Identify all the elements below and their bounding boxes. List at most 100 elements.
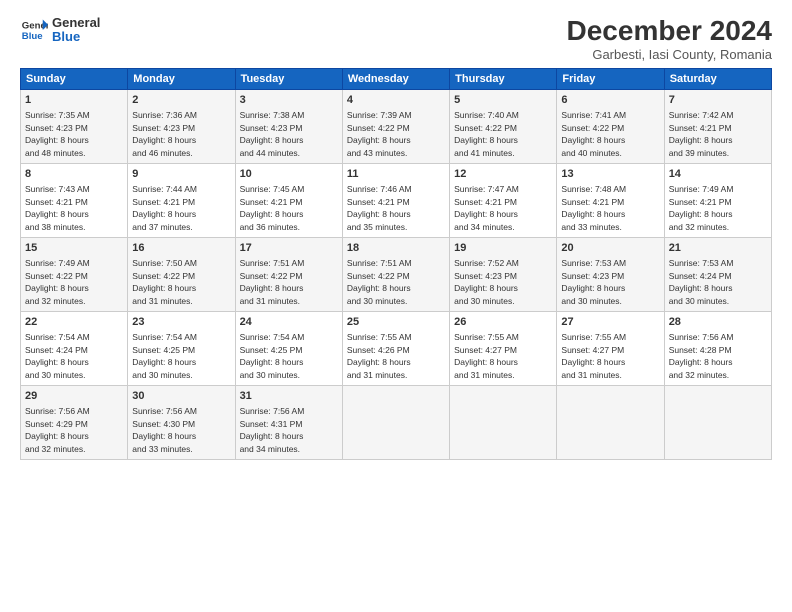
table-row: 4Sunrise: 7:39 AMSunset: 4:22 PMDaylight… — [342, 89, 449, 163]
day-number: 17 — [240, 241, 338, 256]
calendar-week-row: 1 Sunrise: 7:35 AMSunset: 4:23 PMDaylight… — [21, 89, 772, 163]
day-number: 27 — [561, 315, 659, 330]
title-block: December 2024 Garbesti, Iasi County, Rom… — [567, 16, 772, 62]
table-row: 12 Sunrise: 7:47 AMSunset: 4:21 PMDayligh… — [450, 163, 557, 237]
table-row: 8Sunrise: 7:43 AMSunset: 4:21 PMDaylight… — [21, 163, 128, 237]
calendar-week-row: 22 Sunrise: 7:54 AMSunset: 4:24 PMDayligh… — [21, 311, 772, 385]
day-info: Sunrise: 7:35 AMSunset: 4:23 PMDaylight:… — [25, 110, 90, 158]
col-wednesday: Wednesday — [342, 68, 449, 89]
table-row: 27 Sunrise: 7:55 AMSunset: 4:27 PMDayligh… — [557, 311, 664, 385]
table-row: 20 Sunrise: 7:53 AMSunset: 4:23 PMDayligh… — [557, 237, 664, 311]
page: General Blue General Blue December 2024 … — [0, 0, 792, 612]
day-info: Sunrise: 7:56 AMSunset: 4:30 PMDaylight:… — [132, 406, 197, 454]
day-info: Sunrise: 7:46 AMSunset: 4:21 PMDaylight:… — [347, 184, 412, 232]
day-info: Sunrise: 7:56 AMSunset: 4:29 PMDaylight:… — [25, 406, 90, 454]
table-row: 19 Sunrise: 7:52 AMSunset: 4:23 PMDayligh… — [450, 237, 557, 311]
table-row: 9 Sunrise: 7:44 AMSunset: 4:21 PMDaylight… — [128, 163, 235, 237]
day-number: 1 — [25, 93, 123, 108]
day-number: 25 — [347, 315, 445, 330]
day-info: Sunrise: 7:49 AMSunset: 4:22 PMDaylight:… — [25, 258, 90, 306]
calendar-week-row: 29 Sunrise: 7:56 AMSunset: 4:29 PMDayligh… — [21, 385, 772, 459]
day-info: Sunrise: 7:54 AMSunset: 4:25 PMDaylight:… — [240, 332, 305, 380]
table-row: 6 Sunrise: 7:41 AMSunset: 4:22 PMDaylight… — [557, 89, 664, 163]
day-info: Sunrise: 7:44 AMSunset: 4:21 PMDaylight:… — [132, 184, 197, 232]
col-tuesday: Tuesday — [235, 68, 342, 89]
day-info: Sunrise: 7:47 AMSunset: 4:21 PMDaylight:… — [454, 184, 519, 232]
day-info: Sunrise: 7:56 AMSunset: 4:28 PMDaylight:… — [669, 332, 734, 380]
day-info: Sunrise: 7:54 AMSunset: 4:24 PMDaylight:… — [25, 332, 90, 380]
table-row: 30Sunrise: 7:56 AMSunset: 4:30 PMDayligh… — [128, 385, 235, 459]
calendar-table: Sunday Monday Tuesday Wednesday Thursday… — [20, 68, 772, 460]
day-number: 21 — [669, 241, 767, 256]
day-number: 2 — [132, 93, 230, 108]
table-row: 2 Sunrise: 7:36 AMSunset: 4:23 PMDaylight… — [128, 89, 235, 163]
day-number: 18 — [347, 241, 445, 256]
day-number: 5 — [454, 93, 552, 108]
table-row: 21 Sunrise: 7:53 AMSunset: 4:24 PMDayligh… — [664, 237, 771, 311]
day-info: Sunrise: 7:36 AMSunset: 4:23 PMDaylight:… — [132, 110, 197, 158]
day-info: Sunrise: 7:55 AMSunset: 4:27 PMDaylight:… — [454, 332, 519, 380]
day-number: 23 — [132, 315, 230, 330]
day-number: 15 — [25, 241, 123, 256]
col-sunday: Sunday — [21, 68, 128, 89]
table-row: 26 Sunrise: 7:55 AMSunset: 4:27 PMDayligh… — [450, 311, 557, 385]
table-row: 28 Sunrise: 7:56 AMSunset: 4:28 PMDayligh… — [664, 311, 771, 385]
day-number: 28 — [669, 315, 767, 330]
day-info: Sunrise: 7:51 AMSunset: 4:22 PMDaylight:… — [347, 258, 412, 306]
table-row — [664, 385, 771, 459]
day-info: Sunrise: 7:49 AMSunset: 4:21 PMDaylight:… — [669, 184, 734, 232]
day-number: 13 — [561, 167, 659, 182]
calendar-week-row: 8Sunrise: 7:43 AMSunset: 4:21 PMDaylight… — [21, 163, 772, 237]
day-info: Sunrise: 7:48 AMSunset: 4:21 PMDaylight:… — [561, 184, 626, 232]
day-number: 16 — [132, 241, 230, 256]
day-info: Sunrise: 7:53 AMSunset: 4:23 PMDaylight:… — [561, 258, 626, 306]
day-info: Sunrise: 7:45 AMSunset: 4:21 PMDaylight:… — [240, 184, 305, 232]
day-number: 19 — [454, 241, 552, 256]
day-info: Sunrise: 7:54 AMSunset: 4:25 PMDaylight:… — [132, 332, 197, 380]
col-thursday: Thursday — [450, 68, 557, 89]
subtitle: Garbesti, Iasi County, Romania — [567, 47, 772, 62]
col-saturday: Saturday — [664, 68, 771, 89]
day-info: Sunrise: 7:52 AMSunset: 4:23 PMDaylight:… — [454, 258, 519, 306]
table-row: 5 Sunrise: 7:40 AMSunset: 4:22 PMDaylight… — [450, 89, 557, 163]
table-row: 18 Sunrise: 7:51 AMSunset: 4:22 PMDayligh… — [342, 237, 449, 311]
day-number: 26 — [454, 315, 552, 330]
table-row: 31Sunrise: 7:56 AMSunset: 4:31 PMDayligh… — [235, 385, 342, 459]
svg-text:Blue: Blue — [22, 31, 43, 42]
day-info: Sunrise: 7:38 AMSunset: 4:23 PMDaylight:… — [240, 110, 305, 158]
calendar-header-row: Sunday Monday Tuesday Wednesday Thursday… — [21, 68, 772, 89]
table-row — [342, 385, 449, 459]
logo: General Blue General Blue — [20, 16, 100, 45]
day-number: 4 — [347, 93, 445, 108]
day-info: Sunrise: 7:40 AMSunset: 4:22 PMDaylight:… — [454, 110, 519, 158]
day-number: 10 — [240, 167, 338, 182]
table-row: 29 Sunrise: 7:56 AMSunset: 4:29 PMDayligh… — [21, 385, 128, 459]
calendar-week-row: 15 Sunrise: 7:49 AMSunset: 4:22 PMDayligh… — [21, 237, 772, 311]
table-row: 7Sunrise: 7:42 AMSunset: 4:21 PMDaylight… — [664, 89, 771, 163]
day-number: 22 — [25, 315, 123, 330]
day-number: 8 — [25, 167, 123, 182]
table-row: 16 Sunrise: 7:50 AMSunset: 4:22 PMDayligh… — [128, 237, 235, 311]
day-number: 31 — [240, 389, 338, 404]
logo-general: General — [52, 16, 100, 30]
table-row: 22 Sunrise: 7:54 AMSunset: 4:24 PMDayligh… — [21, 311, 128, 385]
header: General Blue General Blue December 2024 … — [20, 16, 772, 62]
day-number: 29 — [25, 389, 123, 404]
day-number: 12 — [454, 167, 552, 182]
day-number: 3 — [240, 93, 338, 108]
day-number: 14 — [669, 167, 767, 182]
day-number: 9 — [132, 167, 230, 182]
day-number: 20 — [561, 241, 659, 256]
table-row: 13 Sunrise: 7:48 AMSunset: 4:21 PMDayligh… — [557, 163, 664, 237]
day-info: Sunrise: 7:55 AMSunset: 4:27 PMDaylight:… — [561, 332, 626, 380]
day-info: Sunrise: 7:51 AMSunset: 4:22 PMDaylight:… — [240, 258, 305, 306]
day-info: Sunrise: 7:53 AMSunset: 4:24 PMDaylight:… — [669, 258, 734, 306]
day-number: 6 — [561, 93, 659, 108]
table-row: 3 Sunrise: 7:38 AMSunset: 4:23 PMDaylight… — [235, 89, 342, 163]
day-info: Sunrise: 7:41 AMSunset: 4:22 PMDaylight:… — [561, 110, 626, 158]
day-info: Sunrise: 7:50 AMSunset: 4:22 PMDaylight:… — [132, 258, 197, 306]
main-title: December 2024 — [567, 16, 772, 47]
logo-blue: Blue — [52, 30, 100, 44]
day-info: Sunrise: 7:42 AMSunset: 4:21 PMDaylight:… — [669, 110, 734, 158]
day-number: 11 — [347, 167, 445, 182]
